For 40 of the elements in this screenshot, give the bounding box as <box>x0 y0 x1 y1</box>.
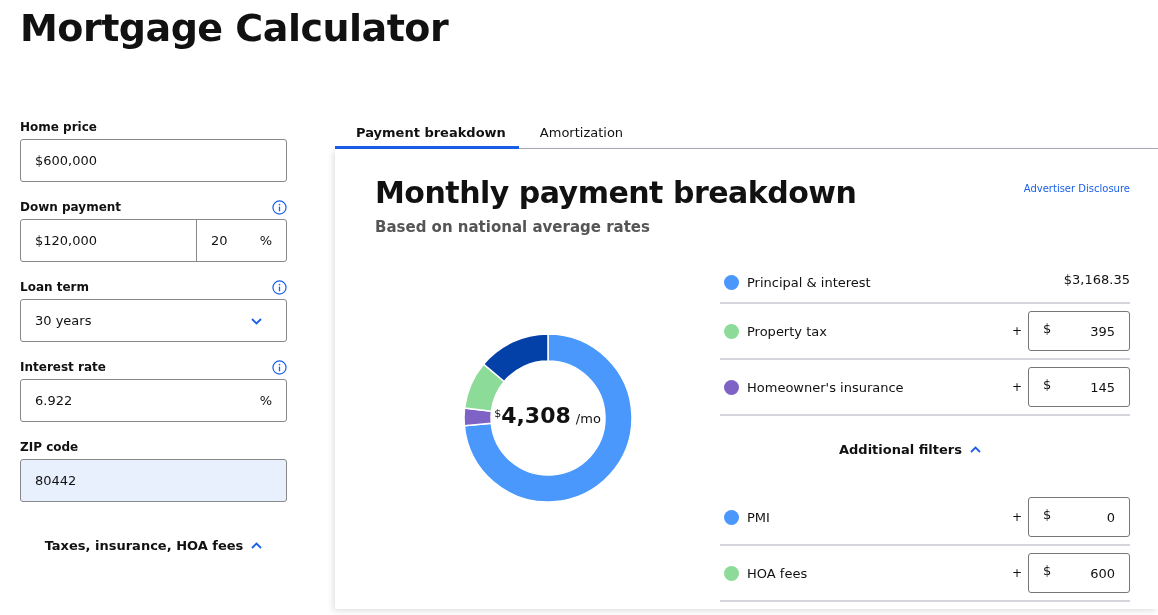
input-field[interactable]: $120,000 20 % <box>20 219 287 262</box>
plus-sign: + <box>1011 380 1022 394</box>
plus-sign: + <box>1011 510 1022 524</box>
plus-sign: + <box>1011 566 1022 580</box>
disclosure-link[interactable]: Advertiser Disclosure <box>1023 183 1130 194</box>
field-label: ZIP code <box>20 440 79 454</box>
info-icon[interactable] <box>272 199 287 215</box>
row-label: HOA fees <box>747 565 809 581</box>
amount-field[interactable]: $ 0 <box>1028 497 1130 537</box>
field-label: Loan term <box>20 280 89 294</box>
info-icon[interactable] <box>272 279 287 295</box>
panel-subtitle: Based on national average rates <box>375 218 651 236</box>
field-label: Down payment <box>20 200 122 214</box>
select-field[interactable]: 30 years <box>20 299 287 342</box>
info-icon[interactable] <box>272 359 287 375</box>
row-label: Homeowner's insurance <box>747 379 905 395</box>
panel-title: Monthly payment breakdown <box>375 175 857 210</box>
amount-field[interactable]: $ 600 <box>1028 553 1130 593</box>
chevron-up-icon <box>251 542 263 549</box>
page-title: Mortgage Calculator <box>20 6 449 50</box>
field-label: Interest rate <box>20 360 106 374</box>
row-label: Principal & interest <box>747 274 872 290</box>
taxes-toggle[interactable]: Taxes, insurance, HOA fees <box>44 538 263 553</box>
input-field[interactable]: 80442 <box>20 459 287 502</box>
filters-toggle[interactable]: Additional filters <box>839 416 981 490</box>
tab[interactable]: Payment breakdown <box>335 118 519 149</box>
chevron-down-icon <box>251 318 262 325</box>
field-label: Home price <box>20 120 97 134</box>
chevron-up-icon <box>970 445 981 453</box>
row-label: PMI <box>747 509 771 525</box>
amount-text: $3,168.35 <box>1063 272 1130 287</box>
input-field[interactable]: $600,000 <box>20 139 287 182</box>
tab[interactable]: Amortization <box>518 118 637 149</box>
amount-field[interactable]: $ 145 <box>1028 367 1130 407</box>
row-label: Property tax <box>747 323 828 339</box>
total-payment: $^{$}$4,308 /mo <box>494 408 601 427</box>
amount-field[interactable]: $ 395 <box>1028 311 1130 351</box>
input-field[interactable]: 6.922 % <box>20 379 287 422</box>
plus-sign: + <box>1011 324 1022 338</box>
percent-field[interactable]: 20 % <box>196 220 286 261</box>
